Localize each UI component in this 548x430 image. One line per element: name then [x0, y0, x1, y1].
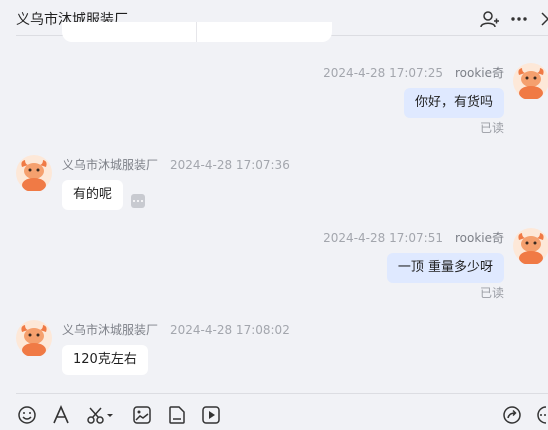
message-time: 2024-4-28 17:07:51: [323, 231, 443, 245]
message-meta: 2024-4-28 17:07:25 rookie奇: [323, 64, 504, 81]
scissors-icon[interactable]: [85, 404, 115, 426]
message-sender: 义乌市沐城服装厂: [62, 323, 159, 337]
message-meta: 义乌市沐城服装厂 2024-4-28 17:08:02: [62, 321, 290, 338]
message-meta: 2024-4-28 17:07:51 rookie奇: [323, 229, 504, 246]
font-icon[interactable]: [50, 404, 72, 426]
read-status: 已读: [479, 286, 504, 300]
avatar[interactable]: [513, 228, 548, 264]
message-time: 2024-4-28 17:07:36: [170, 158, 290, 172]
avatar[interactable]: [16, 155, 52, 191]
previous-message-card: [62, 22, 332, 42]
toolbar-divider: [16, 393, 548, 394]
video-icon[interactable]: [200, 404, 222, 426]
message-sender: rookie奇: [454, 66, 504, 80]
message-more-button[interactable]: [131, 194, 145, 208]
message-bubble[interactable]: 有的呢: [62, 180, 124, 210]
message-time: 2024-4-28 17:08:02: [170, 323, 290, 337]
message-bubble[interactable]: 你好，有货吗: [403, 88, 504, 118]
add-person-icon[interactable]: [479, 9, 499, 29]
share-icon[interactable]: [501, 404, 523, 426]
message-sender: 义乌市沐城服装厂: [62, 158, 159, 172]
message-bubble[interactable]: 120克左右: [62, 345, 148, 375]
quick-reply-icon[interactable]: [535, 404, 548, 426]
more-icon[interactable]: [509, 9, 529, 29]
avatar[interactable]: [513, 63, 548, 99]
emoji-icon[interactable]: [16, 404, 38, 426]
message-sender: rookie奇: [454, 231, 504, 245]
image-icon[interactable]: [131, 404, 153, 426]
message-bubble[interactable]: 一顶 重量多少呀: [386, 253, 504, 283]
avatar[interactable]: [16, 320, 52, 356]
file-icon[interactable]: [166, 404, 188, 426]
close-icon[interactable]: [538, 9, 548, 29]
read-status: 已读: [479, 121, 504, 135]
message-meta: 义乌市沐城服装厂 2024-4-28 17:07:36: [62, 156, 290, 173]
message-time: 2024-4-28 17:07:25: [323, 66, 443, 80]
